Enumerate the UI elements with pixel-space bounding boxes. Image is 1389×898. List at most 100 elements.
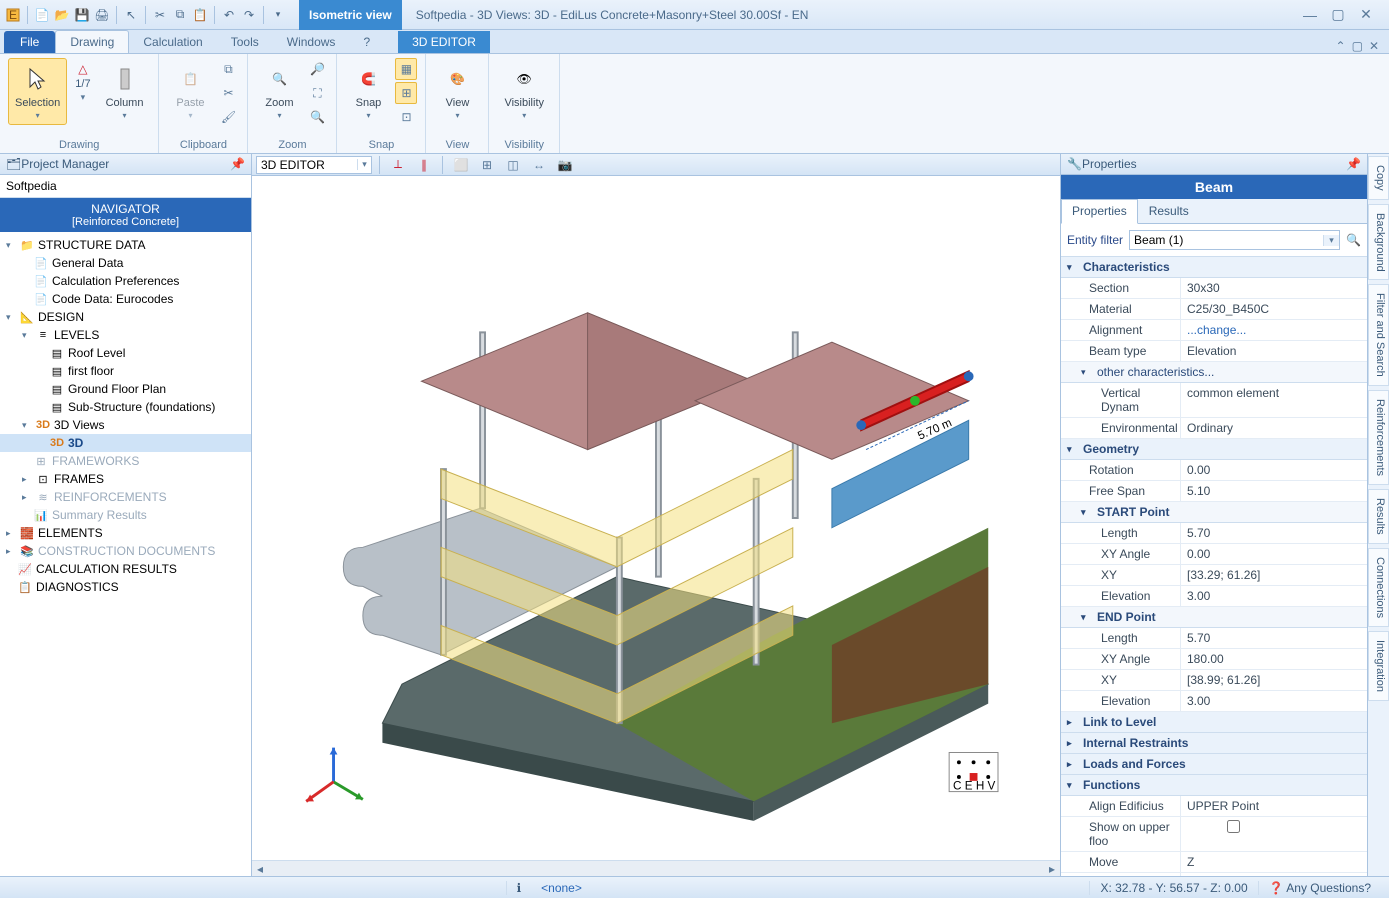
copy-icon[interactable]: ⧉ xyxy=(217,58,239,80)
cut-icon[interactable]: ✂ xyxy=(151,6,169,24)
val-e-length[interactable]: 5.70 xyxy=(1181,628,1367,648)
val-f-xyz[interactable]: 0.00 xyxy=(1181,873,1367,876)
entity-filter-combo[interactable]: Beam (1) ▾ xyxy=(1129,230,1340,250)
ribbon-collapse-icon[interactable]: ⌃ xyxy=(1336,39,1346,53)
tree-roof[interactable]: ▤Roof Level xyxy=(0,344,251,362)
sidetab-connections[interactable]: Connections xyxy=(1368,548,1389,627)
redo-icon[interactable]: ↷ xyxy=(240,6,258,24)
tab-calculation[interactable]: Calculation xyxy=(129,31,216,53)
zoom-button[interactable]: 🔍 Zoom ▾ xyxy=(256,58,302,125)
val-e-xy[interactable]: [38.99; 61.26] xyxy=(1181,670,1367,690)
tree-calc-prefs[interactable]: 📄Calculation Preferences xyxy=(0,272,251,290)
section-start-point[interactable]: ▾START Point xyxy=(1061,502,1367,523)
cube-icon[interactable]: ⬜ xyxy=(450,154,472,176)
section-end-point[interactable]: ▾END Point xyxy=(1061,607,1367,628)
tree-3d-views[interactable]: ▾3D3D Views xyxy=(0,416,251,434)
zoom-out-icon[interactable]: 🔍 xyxy=(306,106,328,128)
val-s-length[interactable]: 5.70 xyxy=(1181,523,1367,543)
val-f-move[interactable]: Z xyxy=(1181,852,1367,872)
visibility-button[interactable]: 👁 Visibility ▾ xyxy=(497,58,551,125)
document-selector[interactable]: ▾ xyxy=(256,156,372,174)
tree-frameworks[interactable]: ⊞FRAMEWORKS xyxy=(0,452,251,470)
tree-construction-docs[interactable]: ▸📚CONSTRUCTION DOCUMENTS xyxy=(0,542,251,560)
val-s-xy[interactable]: [33.29; 61.26] xyxy=(1181,565,1367,585)
open-icon[interactable]: 📂 xyxy=(53,6,71,24)
pin-icon[interactable]: 📌 xyxy=(1346,157,1361,171)
val-beamtype[interactable]: Elevation xyxy=(1181,341,1367,361)
status-info-icon[interactable]: ℹ xyxy=(506,881,532,895)
view-button[interactable]: 🎨 View ▾ xyxy=(434,58,480,125)
section-other-char[interactable]: ▾other characteristics... xyxy=(1061,362,1367,383)
val-rotation[interactable]: 0.00 xyxy=(1181,460,1367,480)
horizontal-scrollbar[interactable]: ◂ ▸ xyxy=(252,860,1060,876)
tab-drawing[interactable]: Drawing xyxy=(55,30,129,53)
chevron-down-icon[interactable]: ▾ xyxy=(1323,235,1339,246)
section-functions[interactable]: ▾Functions xyxy=(1061,775,1367,796)
val-vdynam[interactable]: common element xyxy=(1181,383,1367,417)
section-link-level[interactable]: ▸Link to Level xyxy=(1061,712,1367,733)
tab-windows[interactable]: Windows xyxy=(273,31,350,53)
project-tree[interactable]: ▾📁STRUCTURE DATA 📄General Data 📄Calculat… xyxy=(0,232,251,876)
tree-summary[interactable]: 📊Summary Results xyxy=(0,506,251,524)
tree-general-data[interactable]: 📄General Data xyxy=(0,254,251,272)
new-icon[interactable]: 📄 xyxy=(33,6,51,24)
print-icon[interactable]: 🖨 xyxy=(93,6,111,24)
save-icon[interactable]: 💾 xyxy=(73,6,91,24)
3d-viewport[interactable]: 5.70 m C E H V xyxy=(252,176,1060,860)
sidetab-reinforcements[interactable]: Reinforcements xyxy=(1368,390,1389,485)
triangle-icon[interactable]: △ xyxy=(78,62,87,76)
val-section[interactable]: 30x30 xyxy=(1181,278,1367,298)
undo-icon[interactable]: ↶ xyxy=(220,6,238,24)
val-env[interactable]: Ordinary xyxy=(1181,418,1367,438)
section-icon[interactable]: ◫ xyxy=(502,154,524,176)
val-s-elev[interactable]: 3.00 xyxy=(1181,586,1367,606)
cursor-icon[interactable]: ↖ xyxy=(122,6,140,24)
ribbon-close-icon[interactable]: ✕ xyxy=(1369,39,1379,53)
tree-code-data[interactable]: 📄Code Data: Eurocodes xyxy=(0,290,251,308)
paste-button[interactable]: 📋 Paste ▾ xyxy=(167,58,213,125)
val-s-xyangle[interactable]: 0.00 xyxy=(1181,544,1367,564)
column-button[interactable]: Column ▾ xyxy=(99,58,151,125)
tab-properties[interactable]: Properties xyxy=(1061,199,1138,224)
tree-structure-data[interactable]: ▾📁STRUCTURE DATA xyxy=(0,236,251,254)
sidetab-integration[interactable]: Integration xyxy=(1368,631,1389,701)
section-internal-restraints[interactable]: ▸Internal Restraints xyxy=(1061,733,1367,754)
chevron-down-icon[interactable]: ▾ xyxy=(357,159,371,170)
ribbon-restore-icon[interactable]: ▢ xyxy=(1352,39,1363,53)
tree-diagnostics[interactable]: 📋DIAGNOSTICS xyxy=(0,578,251,596)
selection-button[interactable]: Selection ▾ xyxy=(8,58,67,125)
snap-grid-icon[interactable]: ▦ xyxy=(395,58,417,80)
tree-substructure[interactable]: ▤Sub-Structure (foundations) xyxy=(0,398,251,416)
dimension-icon[interactable]: ↔ xyxy=(528,154,550,176)
val-alignment[interactable]: ...change... xyxy=(1181,320,1367,340)
tab-3d-editor[interactable]: 3D EDITOR xyxy=(398,31,490,53)
val-freespan[interactable]: 5.10 xyxy=(1181,481,1367,501)
pin-icon[interactable]: 📌 xyxy=(230,157,245,171)
val-f-align[interactable]: UPPER Point xyxy=(1181,796,1367,816)
section-characteristics[interactable]: ▾Characteristics xyxy=(1061,257,1367,278)
show-checkbox[interactable] xyxy=(1227,820,1240,833)
tree-calc-results[interactable]: 📈CALCULATION RESULTS xyxy=(0,560,251,578)
wireframe-icon[interactable]: ⊞ xyxy=(476,154,498,176)
property-grid[interactable]: ▾Characteristics Section30x30 MaterialC2… xyxy=(1061,256,1367,876)
qat-dropdown-icon[interactable]: ▾ xyxy=(269,6,287,24)
document-name-input[interactable] xyxy=(257,158,357,172)
val-e-xyangle[interactable]: 180.00 xyxy=(1181,649,1367,669)
tree-first-floor[interactable]: ▤first floor xyxy=(0,362,251,380)
tree-design[interactable]: ▾📐DESIGN xyxy=(0,308,251,326)
scroll-right-icon[interactable]: ▸ xyxy=(1044,862,1060,876)
section-loads[interactable]: ▸Loads and Forces xyxy=(1061,754,1367,775)
tab-help[interactable]: ? xyxy=(349,31,384,53)
tree-reinforcements[interactable]: ▸≋REINFORCEMENTS xyxy=(0,488,251,506)
zoom-in-icon[interactable]: 🔎 xyxy=(306,58,328,80)
snap-point-icon[interactable]: ⊡ xyxy=(395,106,417,128)
section-geometry[interactable]: ▾Geometry xyxy=(1061,439,1367,460)
paste-icon[interactable]: 📋 xyxy=(191,6,209,24)
snap-button[interactable]: 🧲 Snap ▾ xyxy=(345,58,391,125)
axis-y-icon[interactable]: ∥ xyxy=(413,154,435,176)
minimize-icon[interactable]: — xyxy=(1301,8,1319,22)
sidetab-copy[interactable]: Copy xyxy=(1368,156,1389,200)
copy-icon[interactable]: ⧉ xyxy=(171,6,189,24)
cut-icon[interactable]: ✂ xyxy=(217,82,239,104)
maximize-icon[interactable]: ▢ xyxy=(1329,8,1347,22)
